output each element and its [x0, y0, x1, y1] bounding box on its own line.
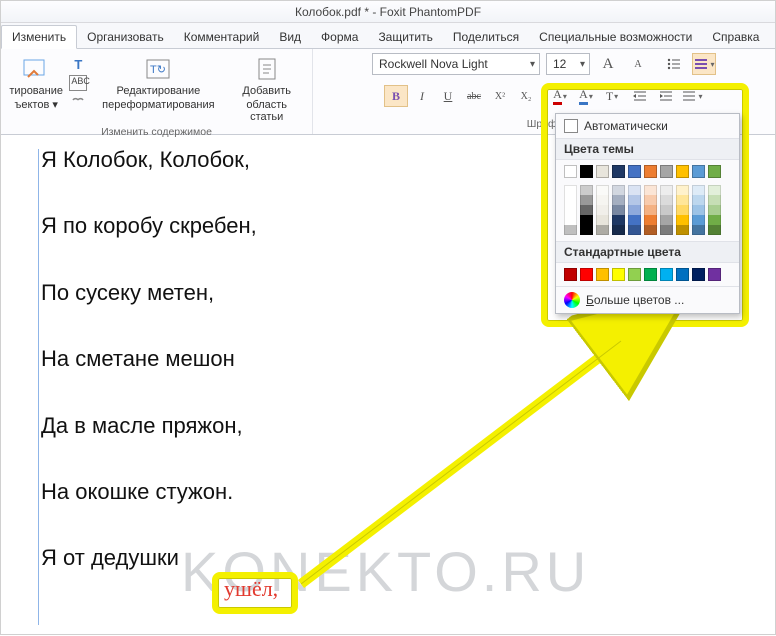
color-swatch[interactable]: [628, 195, 641, 205]
color-swatch[interactable]: [628, 225, 641, 235]
color-swatch[interactable]: [708, 185, 721, 195]
color-swatch[interactable]: [580, 165, 593, 178]
color-swatch[interactable]: [708, 165, 721, 178]
color-swatch[interactable]: [628, 165, 641, 178]
color-automatic-label: Автоматически: [584, 119, 668, 133]
color-swatch[interactable]: [692, 215, 705, 225]
color-swatch[interactable]: [596, 165, 609, 178]
color-swatch[interactable]: [580, 185, 593, 195]
color-swatch[interactable]: [628, 215, 641, 225]
theme-colors-header: Цвета темы: [556, 138, 739, 160]
color-swatch[interactable]: [692, 225, 705, 235]
color-swatch[interactable]: [628, 268, 641, 281]
color-swatch[interactable]: [580, 195, 593, 205]
more-colors-item[interactable]: Больше цветов ...: [556, 286, 739, 313]
color-swatch[interactable]: [660, 225, 673, 235]
color-swatch[interactable]: [692, 268, 705, 281]
color-swatch[interactable]: [708, 195, 721, 205]
color-swatch[interactable]: [580, 205, 593, 215]
color-swatch[interactable]: [644, 195, 657, 205]
color-swatch[interactable]: [644, 165, 657, 178]
color-swatch[interactable]: [660, 268, 673, 281]
color-swatch[interactable]: [612, 268, 625, 281]
color-automatic-item[interactable]: Автоматически: [556, 114, 739, 138]
color-swatch[interactable]: [676, 165, 689, 178]
color-swatch[interactable]: [612, 165, 625, 178]
color-swatch[interactable]: [612, 225, 625, 235]
color-swatch[interactable]: [644, 225, 657, 235]
color-swatch[interactable]: [708, 268, 721, 281]
color-swatch[interactable]: [660, 215, 673, 225]
color-swatch[interactable]: [708, 205, 721, 215]
color-swatch[interactable]: [596, 215, 609, 225]
theme-color-shades: [556, 183, 739, 241]
standard-colors-header: Стандартные цвета: [556, 241, 739, 263]
color-wheel-icon: [564, 292, 580, 308]
color-swatch[interactable]: [596, 195, 609, 205]
color-swatch[interactable]: [676, 225, 689, 235]
color-swatch[interactable]: [660, 185, 673, 195]
color-swatch[interactable]: [660, 205, 673, 215]
color-swatch[interactable]: [676, 195, 689, 205]
font-color-popup: Автоматически Цвета темы Стандартные цве…: [555, 113, 740, 314]
color-swatch[interactable]: [596, 268, 609, 281]
theme-colors-row: [556, 160, 739, 183]
automatic-swatch-icon: [564, 119, 578, 133]
arrow-annotation: [1, 1, 776, 636]
color-swatch[interactable]: [596, 185, 609, 195]
color-swatch[interactable]: [612, 195, 625, 205]
color-swatch[interactable]: [612, 185, 625, 195]
color-swatch[interactable]: [692, 185, 705, 195]
color-swatch[interactable]: [580, 225, 593, 235]
color-swatch[interactable]: [676, 205, 689, 215]
color-swatch[interactable]: [660, 165, 673, 178]
color-swatch[interactable]: [612, 205, 625, 215]
color-swatch[interactable]: [692, 165, 705, 178]
color-swatch[interactable]: [644, 215, 657, 225]
color-swatch[interactable]: [708, 215, 721, 225]
color-swatch[interactable]: [596, 205, 609, 215]
color-swatch[interactable]: [564, 195, 577, 205]
color-swatch[interactable]: [676, 215, 689, 225]
color-swatch[interactable]: [564, 215, 577, 225]
color-swatch[interactable]: [660, 195, 673, 205]
color-swatch[interactable]: [564, 205, 577, 215]
color-swatch[interactable]: [708, 225, 721, 235]
color-swatch[interactable]: [564, 225, 577, 235]
color-swatch[interactable]: [628, 185, 641, 195]
color-swatch[interactable]: [612, 215, 625, 225]
color-swatch[interactable]: [564, 185, 577, 195]
color-swatch[interactable]: [596, 225, 609, 235]
color-swatch[interactable]: [692, 195, 705, 205]
more-colors-label: Больше цветов ...: [586, 293, 684, 307]
color-swatch[interactable]: [628, 205, 641, 215]
color-swatch[interactable]: [564, 268, 577, 281]
standard-colors-row: [556, 263, 739, 286]
color-swatch[interactable]: [580, 268, 593, 281]
color-swatch[interactable]: [644, 268, 657, 281]
color-swatch[interactable]: [644, 185, 657, 195]
color-swatch[interactable]: [564, 165, 577, 178]
color-swatch[interactable]: [676, 268, 689, 281]
color-swatch[interactable]: [580, 215, 593, 225]
color-swatch[interactable]: [676, 185, 689, 195]
color-swatch[interactable]: [644, 205, 657, 215]
color-swatch[interactable]: [692, 205, 705, 215]
